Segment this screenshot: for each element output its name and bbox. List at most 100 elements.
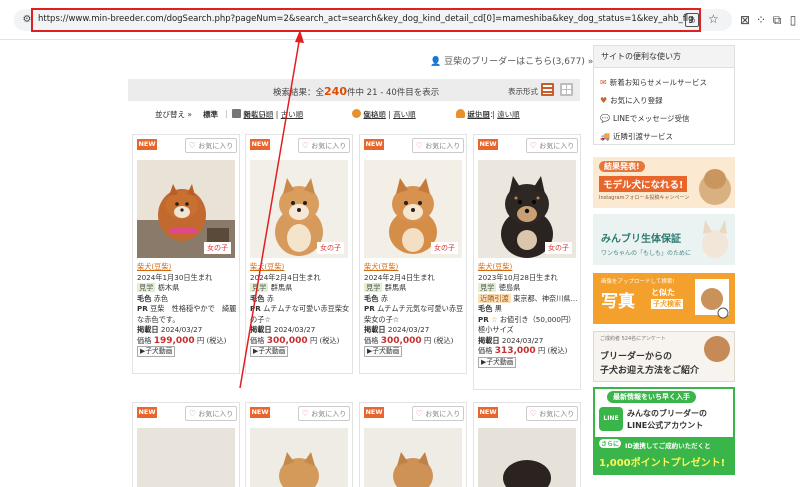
banner-text: LINE公式アカウント [627, 421, 704, 430]
star-icon[interactable]: ☆ [708, 12, 719, 26]
sort-separator: | [225, 109, 228, 118]
adoption-guide-banner[interactable]: ご成約者 524名にアンケート ブリーダーからの 子犬お迎え方法をご紹介 [593, 331, 735, 382]
new-badge: NEW [478, 407, 498, 418]
site-usage-box: サイトの便利な使い方 ✉ 新着お知らせメールサービス ♥ お気に入り登録 💬 LINE… [593, 45, 735, 145]
favorite-label: お気に入り [198, 410, 234, 418]
sidebar-item-mail[interactable]: ✉ 新着お知らせメールサービス [600, 77, 707, 88]
breeder-link[interactable]: 👤 豆柴のブリーダーはこちら(3,677) » [430, 54, 593, 67]
favorite-button[interactable]: ♡ お気に入り [185, 406, 237, 421]
video-button[interactable]: ▶子犬動画 [364, 346, 403, 357]
location: 群馬県 [384, 283, 407, 292]
favorite-button[interactable]: ♡ お気に入り [185, 138, 237, 153]
extensions-icon[interactable]: ⧉ [770, 13, 784, 27]
breeder-link-text[interactable]: 豆柴のブリーダーはこちら(3,677) » [444, 57, 593, 67]
sort-label: 並び替え » [155, 110, 192, 119]
price-label: 価格 [364, 335, 379, 345]
health-guarantee-banner[interactable]: みんブリ生体保証 ワンちゃんの「もしも」のために [593, 214, 735, 265]
posted-label: 掲載日 [137, 325, 159, 334]
pr-text: 豆柴 性格穏やかで 綺麗な赤色です。 [137, 304, 237, 324]
poodle-image [704, 336, 730, 362]
breed-link[interactable]: 柴犬(豆柴) [250, 262, 284, 271]
sidebar-item-favorite[interactable]: ♥ お気に入り登録 [600, 95, 663, 106]
breed-link[interactable]: 柴犬(豆柴) [478, 262, 512, 271]
location: 栃木県 [157, 283, 180, 292]
favorite-button[interactable]: ♡ お気に入り [298, 138, 350, 153]
location: 群馬県 [270, 283, 293, 292]
birth-date: 2024年2月4日生まれ [364, 272, 435, 282]
calendar-icon [232, 109, 241, 118]
sort-birth-far-link[interactable]: 遠い順 [497, 110, 520, 119]
dog-photo[interactable]: 女の子 [478, 160, 576, 258]
grid-view-icon[interactable] [560, 83, 573, 96]
sidebar-item-label: お気に入り登録 [610, 96, 663, 105]
banner-text: 結果発表! [599, 161, 645, 172]
dog-photo[interactable]: 女の子 [137, 160, 235, 258]
sort-posted-old-link[interactable]: 古い順 [281, 110, 304, 119]
price-label: 価格 [137, 335, 152, 345]
coat-value: 赤 [266, 293, 274, 303]
dog-card[interactable]: NEW ♡ お気に入り [132, 402, 240, 487]
heart-icon: ♡ [301, 141, 309, 150]
line-logo-icon: LINE [599, 407, 623, 431]
banner-text: さらに [599, 439, 622, 448]
dog-card[interactable]: NEW ♡ お気に入り [473, 402, 581, 487]
price-value: 313,000 [494, 346, 536, 356]
favorite-button[interactable]: ♡ お気に入り [412, 138, 464, 153]
new-badge: NEW [137, 407, 157, 418]
dog-photo[interactable]: 女の子 [364, 160, 462, 258]
sort-price-high-link[interactable]: 高い順 [393, 110, 416, 119]
dog-photo[interactable] [137, 428, 235, 487]
dog-card[interactable]: NEW ♡ お気に入り [245, 402, 353, 487]
favorite-button[interactable]: ♡ お気に入り [298, 406, 350, 421]
sort-standard[interactable]: 標準 [203, 109, 218, 120]
address-bar[interactable]: ⚙ https://www.min-breeder.com/dogSearch.… [14, 8, 732, 32]
translate-icon[interactable]: あ [685, 13, 699, 27]
browser-toolbar: ⚙ https://www.min-breeder.com/dogSearch.… [0, 0, 800, 40]
dog-card[interactable]: NEW ♡ お気に入り 女の子 柴犬(豆柴) 2023年10月28日生まれ 見学… [473, 134, 581, 390]
line-account-banner[interactable]: 最新情報をいち早く入手 LINE みんなのブリーダーの LINE公式アカウント … [593, 387, 735, 475]
dog-card[interactable]: NEW ♡ お気に入り 女の子 柴犬(豆柴) 2024年1月30日生まれ 見学 … [132, 134, 240, 374]
video-button[interactable]: ▶子犬動画 [137, 346, 176, 357]
chihuahua-image [702, 220, 728, 258]
split-icon[interactable]: ▯ [786, 13, 800, 27]
truck-icon: 🚚 [600, 132, 610, 141]
sort-birth-label: 誕生日： [467, 110, 498, 119]
favorite-label: お気に入り [425, 410, 461, 418]
posted-date: 2024/03/27 [160, 325, 203, 334]
breed-link[interactable]: 柴犬(豆柴) [137, 262, 171, 271]
dog-photo[interactable] [364, 428, 462, 487]
sidebar-item-line[interactable]: 💬 LINEでメッセージ受信 [600, 113, 690, 124]
grid-apps-icon[interactable]: ⁘ [754, 13, 768, 27]
favorite-button[interactable]: ♡ お気に入り [526, 406, 578, 421]
coat-label: 毛色 [250, 293, 265, 303]
favorite-button[interactable]: ♡ お気に入り [412, 406, 464, 421]
new-badge: NEW [478, 139, 498, 150]
dog-photo[interactable] [250, 428, 348, 487]
breed-link[interactable]: 柴犬(豆柴) [364, 262, 398, 271]
model-dog-banner[interactable]: 結果発表! モデル犬になれる! Instagramフォロー＆投稿キャンペーン [593, 157, 735, 208]
banner-text: 最新情報をいち早く入手 [607, 391, 696, 403]
dog-photo[interactable]: 女の子 [250, 160, 348, 258]
sidebar-item-nearby[interactable]: 🚚 近隣引渡サービス [600, 131, 673, 142]
results-count: 240 [324, 85, 347, 98]
video-button[interactable]: ▶子犬動画 [250, 346, 289, 357]
photo-frame-image [695, 279, 729, 319]
photo-search-banner[interactable]: 画像をアップロードして検索! 写真 と似た 子犬検索 [593, 273, 735, 324]
price-value: 300,000 [380, 335, 422, 346]
banner-text: ブリーダーからの [600, 352, 673, 362]
video-label: 子犬動画 [486, 357, 514, 366]
url-text[interactable]: https://www.min-breeder.com/dogSearch.ph… [38, 14, 693, 24]
dog-card[interactable]: NEW ♡ お気に入り 女の子 柴犬(豆柴) 2024年2月4日生まれ 見学 群… [359, 134, 467, 374]
sidebar-item-label: 近隣引渡サービス [612, 132, 673, 141]
favorite-button[interactable]: ♡ お気に入り [526, 138, 578, 153]
sort-posted-label: 掲載日： [243, 110, 274, 119]
list-view-icon[interactable] [541, 83, 554, 96]
video-button[interactable]: ▶子犬動画 [478, 356, 517, 368]
heart-icon: ♡ [188, 409, 196, 418]
dog-photo[interactable] [478, 428, 576, 487]
dog-card[interactable]: NEW ♡ お気に入り [359, 402, 467, 487]
favorite-label: お気に入り [539, 410, 575, 418]
ad-block-icon[interactable]: ⊠ [738, 13, 752, 27]
pr-label: PR [478, 314, 489, 324]
dog-card[interactable]: NEW ♡ お気に入り 女の子 柴犬(豆柴) 2024年2月4日生まれ 見学 群… [245, 134, 353, 374]
